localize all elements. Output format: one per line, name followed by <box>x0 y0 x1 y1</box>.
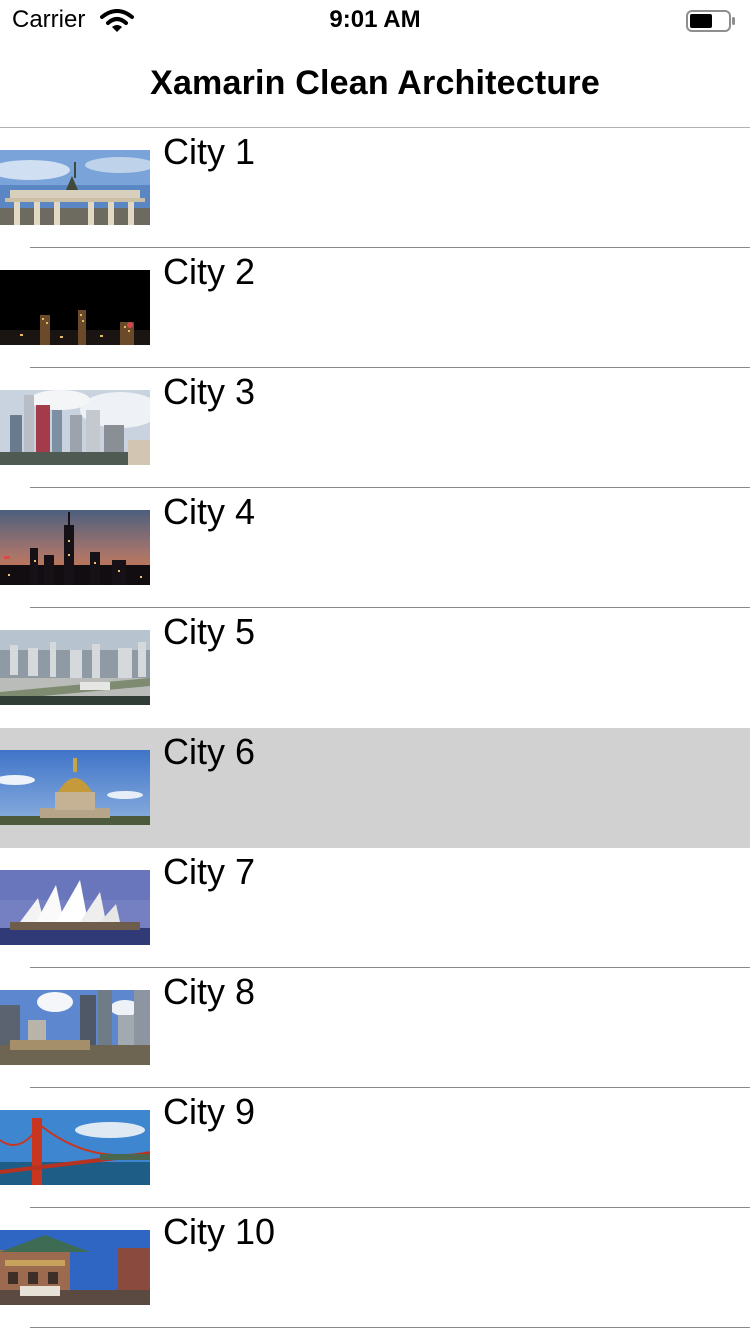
sydney-opera-house-photo <box>0 870 150 945</box>
city-name-label: City 7 <box>163 851 256 892</box>
city-name-label: City 8 <box>163 971 256 1012</box>
city-list-item[interactable]: City 6 <box>0 728 750 848</box>
city-list-item[interactable]: City 7 <box>0 848 750 968</box>
city-list-item[interactable]: City 1 <box>0 128 750 248</box>
battery-icon <box>686 10 735 32</box>
city-list-item[interactable]: City 3 <box>0 368 750 488</box>
city-name-label: City 2 <box>163 251 256 292</box>
dome-invalides-photo <box>0 750 150 825</box>
tokyo-cityscape-photo <box>0 630 150 705</box>
las-vegas-skyline-photo <box>0 390 150 465</box>
chinatown-street-photo <box>0 1230 150 1305</box>
status-time: 9:01 AM <box>329 6 421 33</box>
city-skyscrapers-photo <box>0 990 150 1065</box>
brandenburg-gate-photo <box>0 150 150 225</box>
city-list-item[interactable]: City 2 <box>0 248 750 368</box>
city-name-label: City 1 <box>163 131 256 172</box>
page-title: Xamarin Clean Architecture <box>150 64 600 102</box>
city-name-label: City 5 <box>163 611 256 652</box>
empire-state-sunset-photo <box>0 510 150 585</box>
night-skyline-photo <box>0 270 150 345</box>
golden-gate-bridge-photo <box>0 1110 150 1185</box>
city-name-label: City 10 <box>163 1211 276 1252</box>
city-list-item[interactable]: City 10 <box>0 1208 750 1328</box>
status-bar: Carrier 9:01 AM <box>0 0 750 40</box>
city-list-item[interactable]: City 5 <box>0 608 750 728</box>
row-separator <box>30 1327 750 1328</box>
navigation-bar: Xamarin Clean Architecture <box>0 40 750 128</box>
city-name-label: City 4 <box>163 491 256 532</box>
city-name-label: City 6 <box>163 731 256 772</box>
city-name-label: City 3 <box>163 371 256 412</box>
city-name-label: City 9 <box>163 1091 256 1132</box>
city-list[interactable]: City 1 City 2 City 3 City 4 City 5 City … <box>0 128 750 1328</box>
city-list-item[interactable]: City 8 <box>0 968 750 1088</box>
city-list-item[interactable]: City 4 <box>0 488 750 608</box>
city-list-item[interactable]: City 9 <box>0 1088 750 1208</box>
